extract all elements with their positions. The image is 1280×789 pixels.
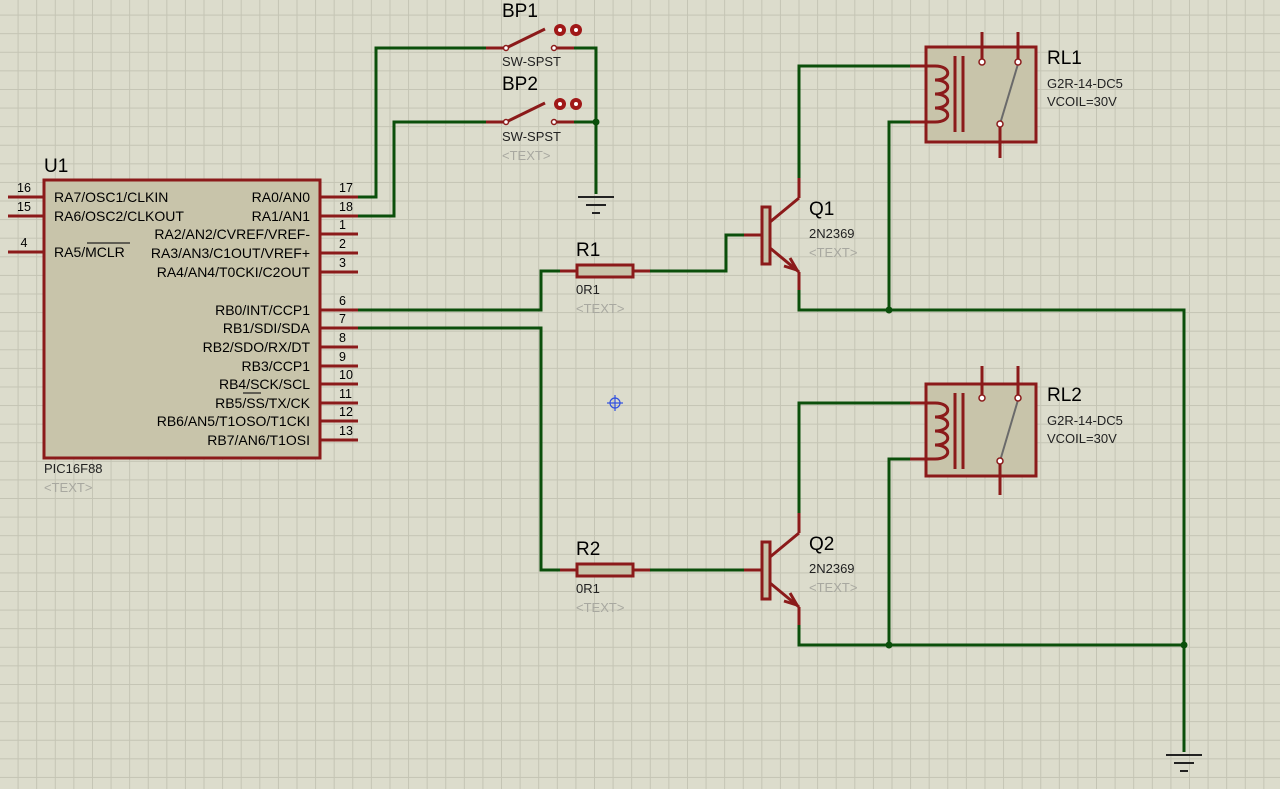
- u1-pin-number: 18: [339, 200, 353, 214]
- wire-r1-q1[interactable]: [650, 233, 744, 273]
- u1-pin-label: RA2/AN2/CVREF/VREF-: [154, 226, 310, 242]
- bp2-text-placeholder: <TEXT>: [502, 148, 550, 163]
- u1-pin-label: RB2/SDO/RX/DT: [203, 339, 311, 355]
- q2-transistor[interactable]: Q2 2N2369 <TEXT>: [744, 513, 857, 625]
- u1-pin-label: RB1/SDI/SDA: [223, 320, 311, 336]
- u1-pin-number: 15: [17, 200, 31, 214]
- r1-value: 0R1: [576, 282, 600, 297]
- r2-value: 0R1: [576, 581, 600, 596]
- u1-ref: U1: [44, 156, 68, 177]
- u1-pin-number: 16: [17, 181, 31, 195]
- junction-dot: [885, 306, 893, 314]
- ground-symbol-icon[interactable]: [1166, 754, 1202, 772]
- wire-rb0-r1[interactable]: [320, 269, 560, 312]
- u1-pin-number: 8: [339, 331, 346, 345]
- r1-ref: R1: [576, 240, 600, 261]
- u1-pin-label: RA7/OSC1/CLKIN: [54, 189, 168, 205]
- bp1-type: SW-SPST: [502, 54, 561, 69]
- u1-pin-number: 7: [339, 312, 346, 326]
- q1-transistor[interactable]: Q1 2N2369 <TEXT>: [744, 178, 857, 290]
- bp2-ref: BP2: [502, 74, 538, 95]
- rl2-relay[interactable]: RL2 G2R-14-DC5 VCOIL=30V: [910, 366, 1123, 495]
- rl1-value: G2R-14-DC5: [1047, 76, 1123, 91]
- u1-pin-number: 9: [339, 350, 346, 364]
- q1-value: 2N2369: [809, 226, 855, 241]
- u1-pin-number: 6: [339, 294, 346, 308]
- u1-pin-number: 11: [339, 387, 352, 401]
- bp2-switch[interactable]: BP2 SW-SPST <TEXT>: [486, 74, 582, 163]
- q1-ref: Q1: [809, 199, 834, 220]
- junction-dot: [885, 641, 893, 649]
- u1-pin-number: 13: [339, 424, 353, 438]
- rl2-ref: RL2: [1047, 385, 1082, 406]
- rl1-relay[interactable]: RL1 G2R-14-DC5 VCOIL=30V: [910, 32, 1123, 158]
- r2-ref: R2: [576, 539, 600, 560]
- u1-pin-label: RA0/AN0: [252, 189, 311, 205]
- rl2-coil: VCOIL=30V: [1047, 431, 1117, 446]
- u1-pin-number: 3: [339, 256, 346, 270]
- rl1-ref: RL1: [1047, 48, 1082, 69]
- bp1-ref: BP1: [502, 1, 538, 22]
- u1-pin-label: RB7/AN6/T1OSI: [207, 432, 310, 448]
- wire-rl2-return[interactable]: [887, 457, 910, 645]
- wire-rl1-return[interactable]: [887, 120, 910, 310]
- u1-part: PIC16F88: [44, 461, 103, 476]
- u1-pin-label: RB3/CCP1: [242, 358, 311, 374]
- q2-value: 2N2369: [809, 561, 855, 576]
- u1-pin-number: 12: [339, 405, 353, 419]
- rl2-value: G2R-14-DC5: [1047, 413, 1123, 428]
- u1-pin-label: RA5/MCLR: [54, 244, 125, 260]
- q2-text-placeholder: <TEXT>: [809, 580, 857, 595]
- bp1-state-indicator-icon[interactable]: [554, 24, 582, 36]
- u1-component[interactable]: 16RA7/OSC1/CLKIN15RA6/OSC2/CLKOUT4RA5/MC…: [8, 156, 358, 495]
- u1-pin-label: RB6/AN5/T1OSO/T1CKI: [157, 413, 310, 429]
- u1-text-placeholder: <TEXT>: [44, 480, 92, 495]
- u1-pin-number: 10: [339, 368, 353, 382]
- q2-ref: Q2: [809, 534, 834, 555]
- u1-pin-label: RA1/AN1: [252, 208, 311, 224]
- wire-q1-emitter[interactable]: [797, 290, 1186, 752]
- u1-pin-number: 1: [339, 218, 346, 232]
- r1-resistor[interactable]: R1 0R1 <TEXT>: [560, 240, 650, 316]
- junction-dot: [1180, 641, 1188, 649]
- q1-text-placeholder: <TEXT>: [809, 245, 857, 260]
- wire-q2-emitter[interactable]: [797, 625, 1184, 647]
- u1-pin-number: 2: [339, 237, 346, 251]
- u1-pin-label: RB0/INT/CCP1: [215, 302, 310, 318]
- u1-pin-label: RB4/SCK/SCL: [219, 376, 310, 392]
- u1-pin-number: 4: [21, 236, 28, 250]
- u1-pin-label: RA6/OSC2/CLKOUT: [54, 208, 184, 224]
- r2-text-placeholder: <TEXT>: [576, 600, 624, 615]
- u1-pin-label: RA3/AN3/C1OUT/VREF+: [151, 245, 310, 261]
- wire-rb1-r2[interactable]: [320, 326, 560, 572]
- u1-pin-number: 17: [339, 181, 353, 195]
- junction-dot: [592, 118, 600, 126]
- rl1-coil: VCOIL=30V: [1047, 94, 1117, 109]
- bp2-state-indicator-icon[interactable]: [554, 98, 582, 110]
- crosshair-cursor-icon: [607, 395, 623, 411]
- schematic-svg: 16RA7/OSC1/CLKIN15RA6/OSC2/CLKOUT4RA5/MC…: [8, 1, 1202, 772]
- r2-resistor[interactable]: R2 0R1 <TEXT>: [560, 539, 650, 615]
- ground-symbol-icon[interactable]: [578, 196, 614, 214]
- bp2-type: SW-SPST: [502, 129, 561, 144]
- bp1-switch[interactable]: BP1 SW-SPST: [486, 1, 582, 69]
- u1-pin-label: RA4/AN4/T0CKI/C2OUT: [157, 264, 311, 280]
- r1-text-placeholder: <TEXT>: [576, 301, 624, 316]
- u1-pin-label: RB5/SS/TX/CK: [215, 395, 311, 411]
